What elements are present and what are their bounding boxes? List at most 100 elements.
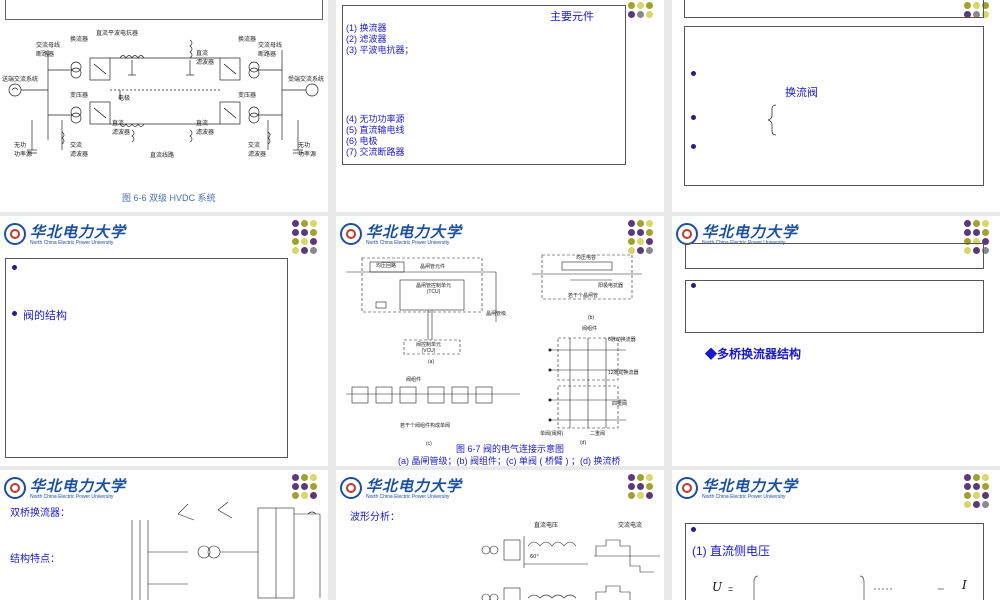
diagram-label-anode-reactor: 阳极电抗器 <box>598 283 624 289</box>
slide-thumbnail-6[interactable]: 华北电力大学 North China Electric Power Univer… <box>672 216 1000 466</box>
label-ac-filter: 交流 滤波器 <box>70 143 89 158</box>
slide4-bullet-2 <box>12 311 17 316</box>
slide4-content-box <box>5 258 288 458</box>
university-seal-icon <box>4 477 26 499</box>
slide-thumbnail-5[interactable]: 华北电力大学 North China Electric Power Univer… <box>336 216 664 466</box>
diagram-label-single-valve: 单阀(阀臂) <box>540 431 564 437</box>
label-dc-filter-2: 直流 滤波器 <box>112 121 131 136</box>
logo-en-text: North China Electric Power University <box>30 494 114 500</box>
diagram-label-snubber: 均压回路 <box>376 263 397 269</box>
label-ac-bus-breaker-right: 交流母线 断路器 <box>258 43 283 58</box>
label-dc-filter-3: 直流 滤波器 <box>196 121 215 136</box>
slide-thumbnail-2[interactable]: 主要元件 (1) 换流器 (2) 滤波器 (3) 平波电抗器； (4) 无功功率… <box>336 0 664 212</box>
slide9-formula-lhs: U <box>712 580 723 594</box>
slide-thumbnail-9[interactable]: 华北电力大学 North China Electric Power Univer… <box>672 470 1000 600</box>
diagram-label-grading-cap: 均压电容 <box>576 255 597 261</box>
label-send-ac-system: 送端交流系统 <box>2 77 39 83</box>
slide7-subtitle: 结构特点： <box>10 554 60 565</box>
slide9-title: (1) 直流侧电压 <box>692 544 771 558</box>
university-logo: 华北电力大学 North China Electric Power Univer… <box>4 476 164 502</box>
university-seal-icon <box>676 223 698 245</box>
label-dc-line: 直流线路 <box>150 153 175 159</box>
university-logo: 华北电力大学 North China Electric Power Univer… <box>340 476 500 502</box>
logo-cn-text: 华北电力大学 <box>366 223 463 241</box>
university-seal-icon <box>676 477 698 499</box>
slide7-title: 双桥换流器： <box>10 508 70 519</box>
label-reactive-power-source: 无功 功率源 <box>14 143 33 158</box>
decorative-dots <box>628 2 662 52</box>
slide6-title-box <box>685 243 984 269</box>
diagram-label-valve-module-c: 阀组件 <box>406 377 422 383</box>
slide9-formula-rhs: I <box>962 578 967 592</box>
slide9-formula-eq: = <box>728 584 734 594</box>
diagram-label-thyristor-element: 晶闸管元件 <box>420 264 446 270</box>
diagram-label-twelve-pulse: 12脉动换流器 <box>608 370 639 376</box>
logo-en-text: North China Electric Power University <box>366 240 450 246</box>
slide3-bullet-3 <box>691 144 696 149</box>
slide3-title-placeholder <box>684 0 984 18</box>
label-transformer: 变压器 <box>70 93 89 99</box>
slide1-title-placeholder <box>5 0 323 20</box>
logo-en-text: North China Electric Power University <box>366 494 450 500</box>
university-logo: 华北电力大学 North China Electric Power Univer… <box>676 476 836 502</box>
label-electrode: 电极 <box>118 96 131 102</box>
logo-en-text: North China Electric Power University <box>702 494 786 500</box>
logo-en-text: North China Electric Power University <box>30 240 114 246</box>
double-bridge-circuit <box>131 501 321 600</box>
valve-connection-diagram <box>346 254 642 429</box>
slide-thumbnail-3[interactable]: 换流阀 <box>672 0 1000 212</box>
diagram-label-a: (a) <box>428 359 435 365</box>
slide-thumbnail-1[interactable]: 送端交流系统 受端交流系统 交流母线 断路器 交流母线 断路器 换流器 换流器 … <box>0 0 328 212</box>
university-logo: 华北电力大学 North China Electric Power Univer… <box>340 222 500 248</box>
slide-thumbnail-7[interactable]: 华北电力大学 North China Electric Power Univer… <box>0 470 328 600</box>
decorative-dots <box>292 218 326 274</box>
diagram-label-vcu: 阀控制单元 (VCU) <box>416 342 442 354</box>
slide9-formula-brackets <box>753 575 944 600</box>
slide8-title: 波形分析： <box>350 512 400 523</box>
slide4-valve-structure: 阀的结构 <box>23 310 67 322</box>
slide-thumbnail-8[interactable]: 华北电力大学 North China Electric Power Univer… <box>336 470 664 600</box>
slide4-bullet-1 <box>12 265 17 270</box>
slide3-label-valve: 换流阀 <box>785 87 818 99</box>
diagram-label-thyristor-level: 晶闸管级 <box>486 311 507 317</box>
diagram-label-tcu: 晶闸管控制单元 (TCU) <box>416 283 452 295</box>
slide5-figure-subcaption: (a) 晶闸管级；(b) 阀组件；(c) 单阀 ( 桥臂 ) ；(d) 换流桥 <box>398 456 621 466</box>
diagram-label-b: (b) <box>588 315 595 321</box>
diagram-label-c: (c) <box>426 441 432 447</box>
slide6-content-box <box>685 280 984 333</box>
university-seal-icon <box>340 477 362 499</box>
logo-cn-text: 华北电力大学 <box>30 477 127 495</box>
label-transformer-right: 变压器 <box>238 93 257 99</box>
slide3-content-box <box>684 26 984 186</box>
slide2-item-3: (3) 平波电抗器； <box>346 45 414 55</box>
slide6-bullet-1 <box>691 283 696 288</box>
svg-text:60°: 60° <box>530 554 539 560</box>
slide2-item-7: (7) 交流断路器 <box>346 147 405 157</box>
university-logo: 华北电力大学 North China Electric Power Univer… <box>4 222 164 248</box>
label-converter-right: 换流器 <box>238 37 257 43</box>
slide9-bullet-1 <box>691 527 696 532</box>
university-seal-icon <box>340 223 362 245</box>
label-converter: 换流器 <box>70 37 89 43</box>
slide3-bullet-1 <box>691 71 696 76</box>
waveform-diagrams: 60° <box>481 536 660 600</box>
label-dc-filter: 直流 滤波器 <box>196 51 215 66</box>
diagram-label-valve-module: 阀组件 <box>582 326 598 332</box>
label-dc-reactor: 直流平波电抗器 <box>96 31 139 37</box>
label-ac-filter-right: 交流 滤波器 <box>248 143 267 158</box>
slide3-brace <box>767 104 777 136</box>
slide3-bullet-2 <box>691 115 696 120</box>
diagram-label-quad-valve: 四重阀 <box>612 401 628 407</box>
slide-thumbnail-4[interactable]: 华北电力大学 North China Electric Power Univer… <box>0 216 328 466</box>
logo-cn-text: 华北电力大学 <box>702 223 799 241</box>
logo-cn-text: 华北电力大学 <box>702 477 799 495</box>
diagram-label-six-pulse: 6脉动换流器 <box>608 337 636 343</box>
logo-cn-text: 华北电力大学 <box>366 477 463 495</box>
slide1-figure-caption: 图 6-6 双级 HVDC 系统 <box>122 193 216 203</box>
diagram-label-double-valve: 二重阀 <box>590 431 606 437</box>
label-recv-ac-system: 受端交流系统 <box>288 77 325 83</box>
label-ac-bus-breaker: 交流母线 断路器 <box>36 43 61 58</box>
slide6-multibridge-title: ◆多桥换流器结构 <box>705 347 802 361</box>
diagram-label-d: (d) <box>580 440 587 446</box>
decorative-dots <box>964 472 998 528</box>
